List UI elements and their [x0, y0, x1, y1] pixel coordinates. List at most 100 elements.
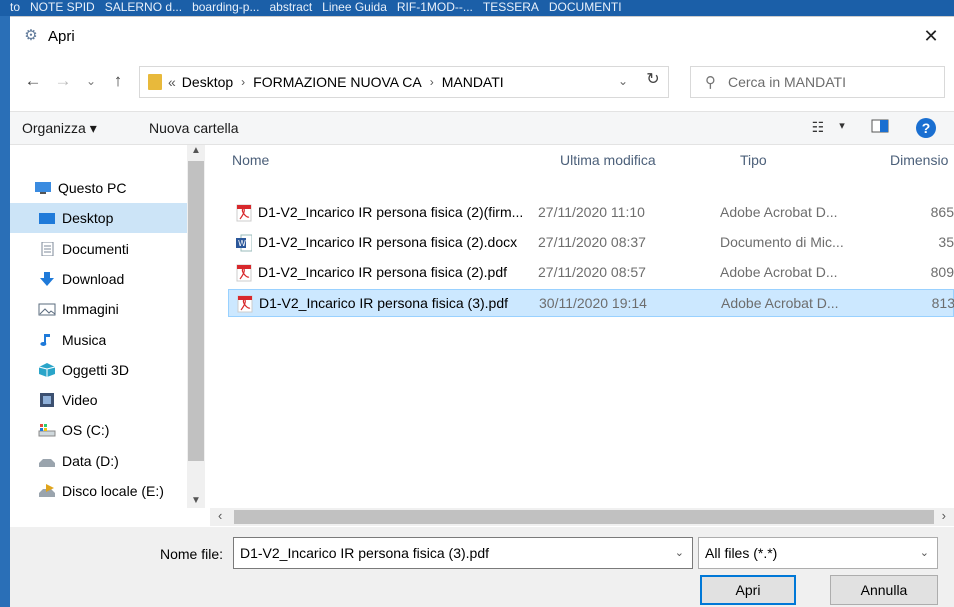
sidebar-item[interactable]: Immagini: [10, 294, 187, 324]
breadcrumb-mandati[interactable]: MANDATI: [442, 74, 504, 90]
navigation-row: ← → ⌄ ↑ « Desktop › FORMAZIONE NUOVA CA …: [10, 63, 954, 99]
background-tab-label: abstract: [269, 0, 313, 14]
background-window-edge: [0, 16, 10, 607]
horizontal-scrollbar[interactable]: ‹ ›: [210, 508, 954, 526]
refresh-button[interactable]: ↻: [641, 69, 665, 91]
sidebar-item[interactable]: Musica: [10, 325, 187, 355]
cancel-button[interactable]: Annulla: [830, 575, 938, 605]
sidebar-item[interactable]: Download: [10, 264, 187, 294]
sidebar-item[interactable]: Video: [10, 385, 187, 415]
sidebar-item[interactable]: Disco locale (E:): [10, 476, 187, 506]
file-row[interactable]: W D1-V2_Incarico IR persona fisica (2).do…: [228, 229, 954, 257]
file-modified: 30/11/2020 19:14: [539, 295, 647, 311]
file-row[interactable]: D1-V2_Incarico IR persona fisica (3).pdf…: [228, 289, 954, 317]
3d-objects-icon: [38, 362, 56, 377]
search-box[interactable]: ⚲ Cerca in MANDATI: [690, 66, 945, 98]
sidebar-item[interactable]: Data (D:): [10, 446, 187, 476]
navigation-pane: Questo PC Desktop Documenti Download Immagin…: [10, 145, 205, 508]
filename-value[interactable]: D1-V2_Incarico IR persona fisica (3).pdf: [240, 545, 489, 561]
sidebar-item[interactable]: Unità CD (H:) Dic: [10, 506, 187, 508]
search-placeholder: Cerca in MANDATI: [728, 74, 846, 90]
new-folder-button[interactable]: Nuova cartella: [149, 120, 239, 136]
view-dropdown-icon[interactable]: ▾: [832, 119, 852, 137]
column-header-modified[interactable]: Ultima modifica: [560, 145, 656, 175]
recent-locations-button[interactable]: ⌄: [80, 69, 102, 93]
background-tab-label: to: [10, 0, 21, 14]
filename-dropdown-icon[interactable]: ⌄: [675, 546, 684, 559]
command-bar: Organizza ▾ Nuova cartella ☷ ▾ ?: [10, 111, 954, 145]
nav-pane-scrollbar[interactable]: ▲ ▼: [187, 145, 205, 508]
background-tab-label: NOTE SPID: [30, 0, 95, 14]
file-modified: 27/11/2020 08:37: [538, 234, 646, 250]
sidebar-item-label: Musica: [62, 331, 107, 348]
sidebar-item[interactable]: Desktop: [10, 203, 187, 234]
scroll-down-arrow[interactable]: ▼: [191, 495, 201, 506]
background-tab-label: DOCUMENTI: [548, 0, 622, 14]
file-list: Nome ^ Ultima modifica Tipo Dimensio D1-…: [210, 145, 954, 495]
title-bar: ⚙ Apri ✕: [10, 17, 954, 55]
folder-icon: [148, 74, 162, 90]
breadcrumb-separator[interactable]: ›: [241, 75, 245, 89]
breadcrumb-overflow[interactable]: «: [168, 74, 176, 90]
address-dropdown-icon[interactable]: ⌄: [618, 74, 628, 88]
open-file-dialog: ⚙ Apri ✕ ← → ⌄ ↑ « Desktop › FORMAZIONE …: [10, 16, 954, 607]
file-row[interactable]: D1-V2_Incarico IR persona fisica (2)(fir…: [228, 199, 954, 227]
download-icon: [38, 271, 56, 286]
filetype-value[interactable]: All files (*.*): [705, 545, 777, 561]
sidebar-item[interactable]: Documenti: [10, 234, 187, 264]
file-name: D1-V2_Incarico IR persona fisica (3).pdf: [259, 295, 508, 311]
scrollbar-thumb[interactable]: [188, 161, 204, 461]
sidebar-item-label: Desktop: [62, 210, 114, 227]
filetype-select[interactable]: All files (*.*) ⌄: [698, 537, 938, 569]
filetype-dropdown-icon[interactable]: ⌄: [920, 546, 929, 559]
back-button[interactable]: ←: [22, 69, 44, 93]
close-button[interactable]: ✕: [916, 23, 946, 49]
up-button[interactable]: ↑: [107, 69, 129, 93]
filename-input[interactable]: D1-V2_Incarico IR persona fisica (3).pdf…: [233, 537, 693, 569]
sidebar-item[interactable]: OS (C:): [10, 415, 187, 445]
column-header-size[interactable]: Dimensio: [890, 145, 948, 175]
drive-d-icon: [38, 454, 56, 468]
sidebar-item-label: Video: [62, 392, 98, 409]
breadcrumb-separator[interactable]: ›: [430, 75, 434, 89]
column-header-type[interactable]: Tipo: [740, 145, 767, 175]
preview-pane-icon[interactable]: [870, 119, 890, 137]
file-type: Documento di Mic...: [720, 234, 844, 250]
file-size: 809: [930, 264, 954, 280]
file-type: Adobe Acrobat D...: [721, 295, 839, 311]
sidebar-item[interactable]: Oggetti 3D: [10, 355, 187, 385]
forward-button[interactable]: →: [52, 69, 74, 93]
pdf-file-icon: [236, 204, 252, 222]
file-type: Adobe Acrobat D...: [720, 264, 838, 280]
pictures-icon: [38, 302, 56, 316]
sidebar-item-label: Download: [62, 270, 125, 287]
scroll-up-arrow[interactable]: ▲: [191, 145, 201, 156]
file-row[interactable]: D1-V2_Incarico IR persona fisica (2).pdf…: [228, 259, 954, 287]
file-modified: 27/11/2020 08:57: [538, 264, 646, 280]
file-size: 35: [938, 234, 954, 250]
bottom-panel: Nome file: D1-V2_Incarico IR persona fis…: [10, 527, 954, 607]
breadcrumb-formazione[interactable]: FORMAZIONE NUOVA CA: [253, 74, 422, 90]
view-options-icon[interactable]: ☷: [808, 119, 828, 137]
address-bar[interactable]: « Desktop › FORMAZIONE NUOVA CA › MANDAT…: [139, 66, 669, 98]
help-icon[interactable]: ?: [916, 118, 936, 138]
background-tab-label: SALERNO d...: [104, 0, 183, 14]
screen: to NOTE SPID SALERNO d... boarding-p... abst…: [0, 0, 954, 607]
breadcrumb-desktop[interactable]: Desktop: [182, 74, 233, 90]
scroll-right-arrow[interactable]: ›: [942, 508, 946, 523]
horizontal-scrollbar-thumb[interactable]: [234, 510, 934, 524]
background-tab-label: RIF-1MOD--...: [396, 0, 473, 14]
video-icon: [38, 393, 56, 408]
file-name: D1-V2_Incarico IR persona fisica (2).pdf: [258, 264, 507, 280]
scroll-left-arrow[interactable]: ‹: [218, 508, 222, 523]
filename-label: Nome file:: [160, 546, 224, 562]
organize-button[interactable]: Organizza ▾: [22, 120, 97, 137]
open-button[interactable]: Apri: [700, 575, 796, 605]
app-icon: ⚙: [24, 27, 38, 44]
background-tab-label: boarding-p...: [192, 0, 260, 14]
column-header-name[interactable]: Nome: [232, 145, 269, 175]
background-tab-label: Linee Guida: [322, 0, 387, 14]
sidebar-item[interactable]: Questo PC: [10, 173, 187, 203]
file-type: Adobe Acrobat D...: [720, 204, 838, 220]
file-size: 813: [931, 295, 954, 311]
